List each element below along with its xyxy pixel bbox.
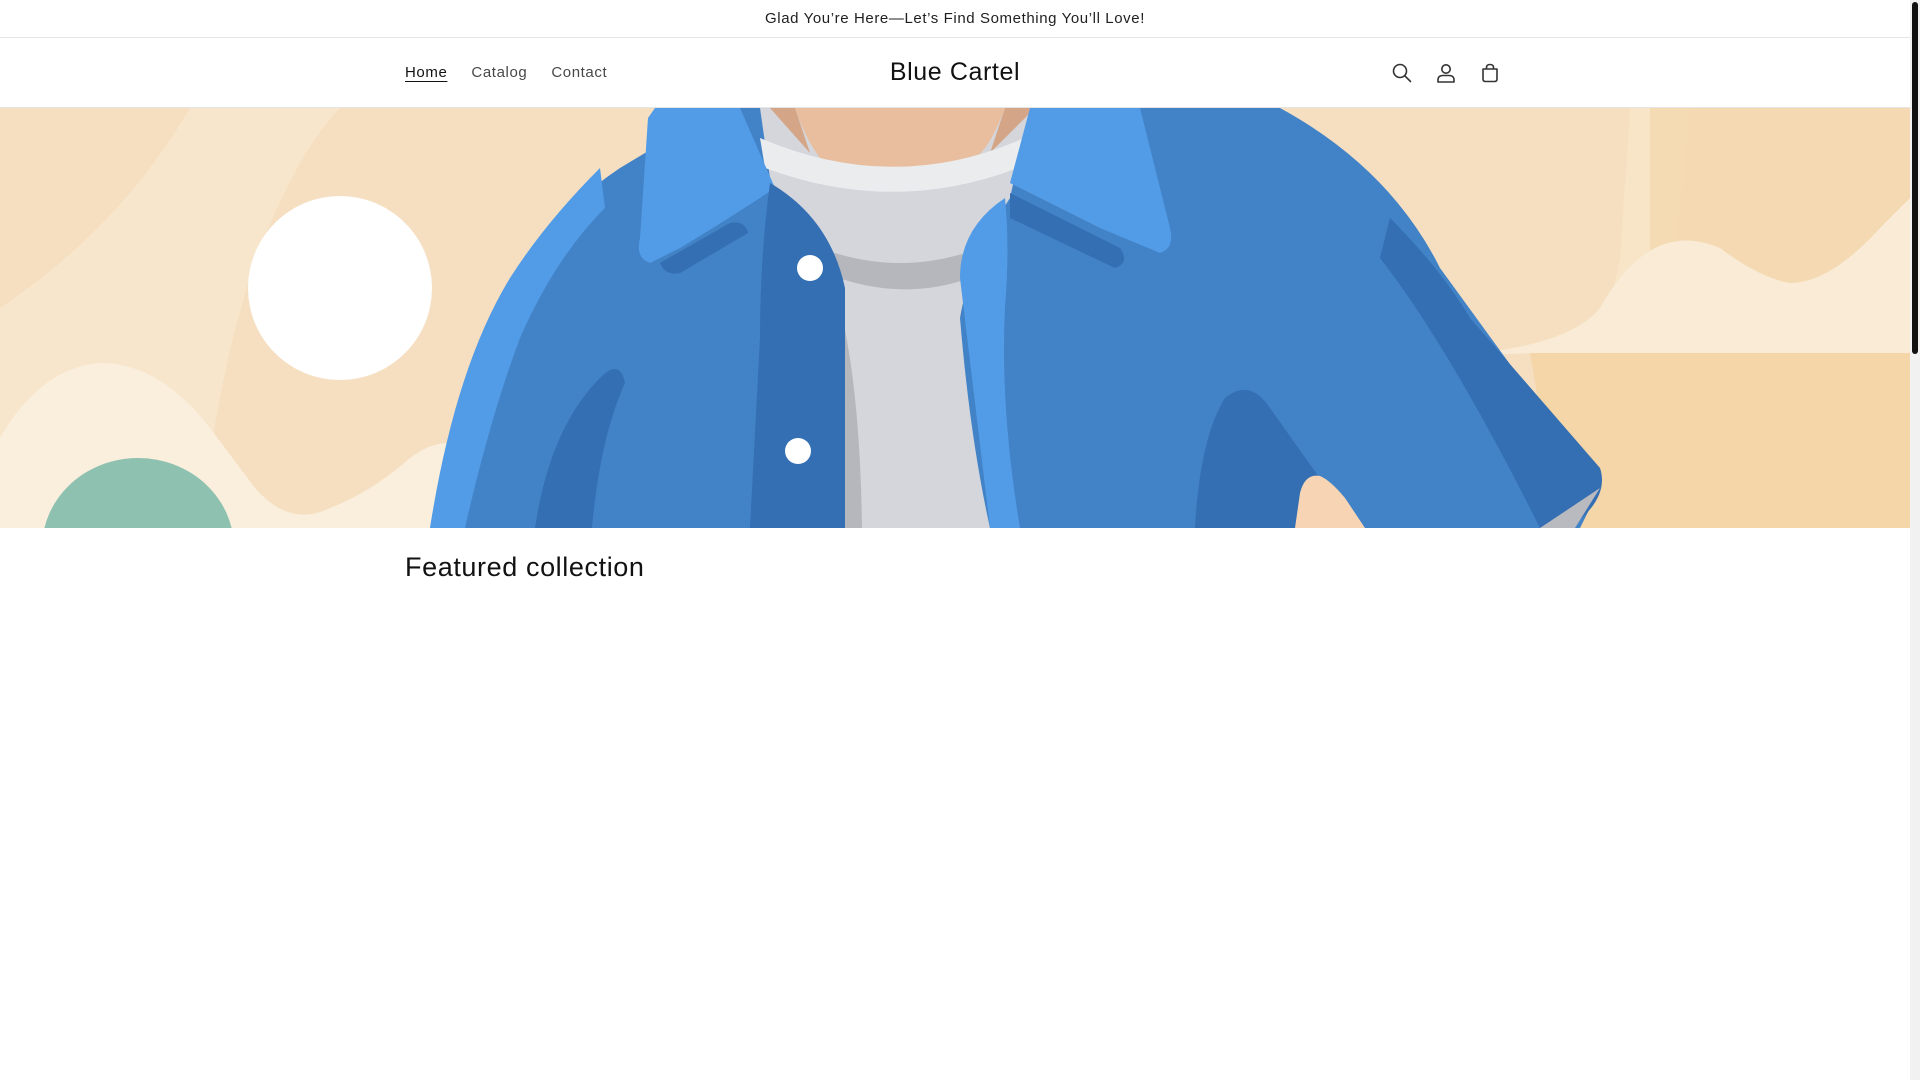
storefront-page: Glad You’re Here—Let’s Find Something Yo… [0, 0, 1920, 1080]
brand-logo-text[interactable]: Blue Cartel [890, 58, 1020, 87]
nav-link-home[interactable]: Home [393, 64, 459, 81]
featured-collection-title: Featured collection [405, 552, 645, 582]
hero-illustration [0, 108, 1910, 528]
nav-link-contact[interactable]: Contact [539, 64, 619, 81]
cart-icon [1482, 63, 1498, 82]
announcement-bar: Glad You’re Here—Let’s Find Something Yo… [0, 0, 1910, 38]
account-icon [1437, 63, 1455, 83]
jacket-button-2 [785, 438, 811, 464]
main-nav: Home Catalog Contact [393, 38, 619, 107]
scrollbar-thumb[interactable] [1912, 2, 1918, 354]
header-icons [1380, 38, 1512, 107]
nav-link-catalog[interactable]: Catalog [459, 64, 539, 81]
sun-shape [248, 196, 432, 380]
brand-container: Blue Cartel [0, 38, 1910, 107]
cart-button[interactable] [1468, 51, 1512, 95]
search-button[interactable] [1380, 51, 1424, 95]
site-header: Home Catalog Contact Blue Cartel [0, 38, 1910, 108]
search-icon [1392, 63, 1412, 82]
jacket-button-1 [797, 255, 823, 281]
hero-banner [0, 108, 1910, 528]
page-scrollbar[interactable] [1910, 0, 1920, 1080]
announcement-text: Glad You’re Here—Let’s Find Something Yo… [765, 10, 1145, 27]
account-button[interactable] [1424, 51, 1468, 95]
